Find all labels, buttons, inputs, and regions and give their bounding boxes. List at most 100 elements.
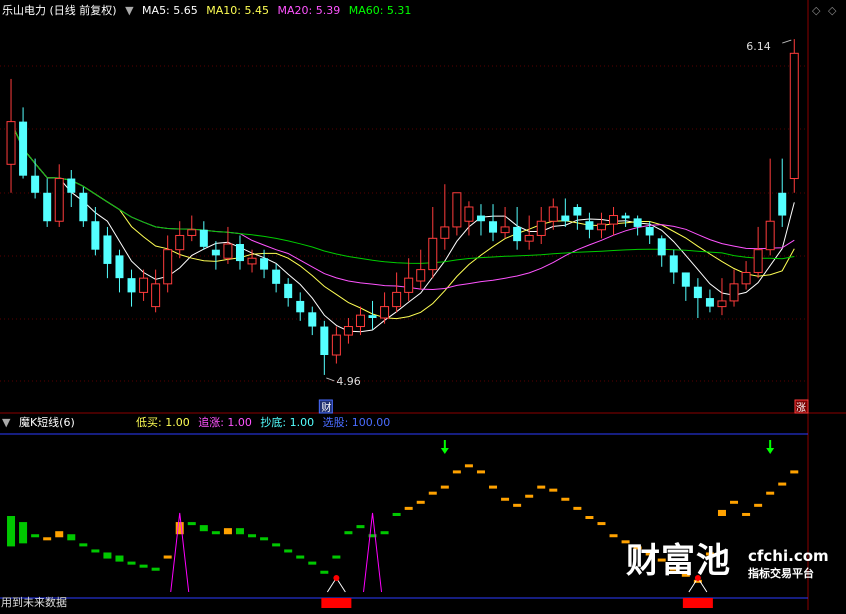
candle-body	[741, 271, 751, 285]
min-price-label: 4.96	[336, 375, 361, 388]
indicator-bar-64	[766, 491, 775, 495]
candle-43	[513, 207, 522, 250]
min-pointer	[326, 377, 335, 382]
candle-29	[343, 318, 353, 344]
candle-26	[308, 306, 317, 336]
candle-body	[693, 286, 702, 299]
candle-6	[67, 170, 76, 207]
candle-body	[343, 326, 353, 336]
indicator-bar-42	[501, 497, 510, 501]
future-data-note: 用到未来数据	[1, 596, 67, 609]
candle-body	[199, 229, 208, 247]
candle-52	[621, 212, 630, 227]
candle-9	[103, 226, 112, 279]
candle-25	[296, 292, 305, 321]
buy-low-signal-bar-2	[682, 598, 713, 608]
candle-body	[765, 220, 775, 251]
main-header: 乐山电力 (日线 前复权) ▼ MA5: 5.65 MA10: 5.45 MA2…	[2, 4, 416, 18]
candle-body	[331, 334, 341, 356]
indicator-bar-24	[284, 549, 293, 553]
candle-60	[717, 278, 727, 316]
buy-low-dot-1	[333, 575, 340, 581]
candle-40	[476, 204, 485, 236]
candle-54	[645, 221, 654, 244]
chase-up-value: 追涨: 1.00	[198, 416, 252, 429]
indicator-bar-27	[320, 570, 329, 574]
indicator-bar-36	[428, 491, 437, 495]
candle-11	[127, 269, 136, 307]
candle-3	[31, 158, 40, 199]
candle-49	[585, 212, 594, 239]
indicator-bar-38	[452, 470, 461, 474]
collapse-icon[interactable]: ▼	[125, 4, 133, 17]
watermark-slogan: 指标交易平台	[748, 567, 814, 580]
candle-body	[440, 226, 450, 239]
indicator-bar-17	[199, 525, 208, 532]
candle-body	[43, 192, 52, 222]
candle-5	[54, 164, 64, 227]
indicator-bar-23	[272, 543, 281, 547]
candle-20	[235, 235, 244, 270]
settings-icon[interactable]: ◇	[828, 4, 836, 17]
candle-53	[633, 215, 642, 236]
ma20-label: MA20: 5.39	[277, 4, 341, 17]
candle-46	[548, 198, 558, 230]
candle-body	[67, 178, 76, 193]
candle-body	[753, 249, 763, 273]
stock-chart: 6.14 4.96 财 涨	[0, 0, 846, 610]
indicator-bar-2	[19, 522, 28, 544]
candle-body	[284, 283, 293, 299]
candle-body	[500, 226, 510, 234]
candle-body	[247, 257, 257, 265]
cai-badge-text: 财	[321, 401, 331, 414]
candle-body	[778, 192, 787, 216]
indicator-bar-8	[91, 549, 100, 553]
candle-body	[163, 249, 173, 285]
indicator-bar-9	[103, 552, 112, 559]
collapse-icon[interactable]: ▼	[2, 416, 10, 429]
indicator-bar-29	[344, 531, 353, 535]
candle-4	[43, 178, 52, 227]
candle-body	[19, 121, 28, 176]
indicator-bar-33	[392, 512, 401, 516]
candle-64	[765, 158, 775, 256]
indicator-bar-15	[175, 522, 184, 535]
candle-13	[151, 269, 161, 313]
indicator-bar-4	[43, 537, 52, 541]
indicator-bar-37	[440, 485, 449, 489]
stock-title[interactable]: 乐山电力 (日线 前复权)	[2, 4, 117, 17]
candle-body	[187, 229, 197, 236]
candle-body	[596, 223, 606, 231]
candle-10	[115, 249, 124, 293]
watermark-logo: 财富池 cfchi.com 指标交易平台	[626, 539, 838, 587]
candle-47	[561, 198, 570, 227]
diamond-icon[interactable]: ◇	[812, 4, 820, 17]
candle-body	[536, 220, 546, 236]
candle-42	[500, 207, 510, 239]
chase-up-arrow-head-1	[440, 448, 449, 454]
moving-averages	[10, 121, 795, 333]
indicator-bar-19	[223, 528, 232, 535]
candle-36	[428, 207, 438, 279]
indicator-bar-1	[7, 516, 16, 547]
indicator-bar-5	[55, 531, 64, 538]
candle-body	[548, 206, 558, 222]
select-stock-value: 选股: 100.00	[322, 416, 391, 429]
candle-body	[452, 192, 462, 228]
indicator-bar-40	[476, 470, 485, 474]
candle-body	[609, 215, 619, 225]
candle-body	[115, 255, 124, 279]
candle-body	[380, 306, 390, 319]
indicator-bar-60	[717, 509, 726, 516]
candle-body	[585, 221, 594, 230]
candle-23	[272, 263, 281, 293]
candle-body	[621, 215, 630, 219]
zhang-badge-text: 涨	[796, 402, 806, 414]
candlesticks	[6, 39, 799, 375]
candle-body	[392, 291, 402, 308]
indicator-title[interactable]: 魔K短线(6)	[19, 416, 75, 429]
candle-body	[31, 175, 40, 193]
indicator-values: 低买: 1.00 追涨: 1.00 抄底: 1.00 选股: 100.00	[136, 416, 395, 430]
indicator-bar-14	[163, 555, 172, 559]
indicator-bar-3	[31, 534, 40, 538]
